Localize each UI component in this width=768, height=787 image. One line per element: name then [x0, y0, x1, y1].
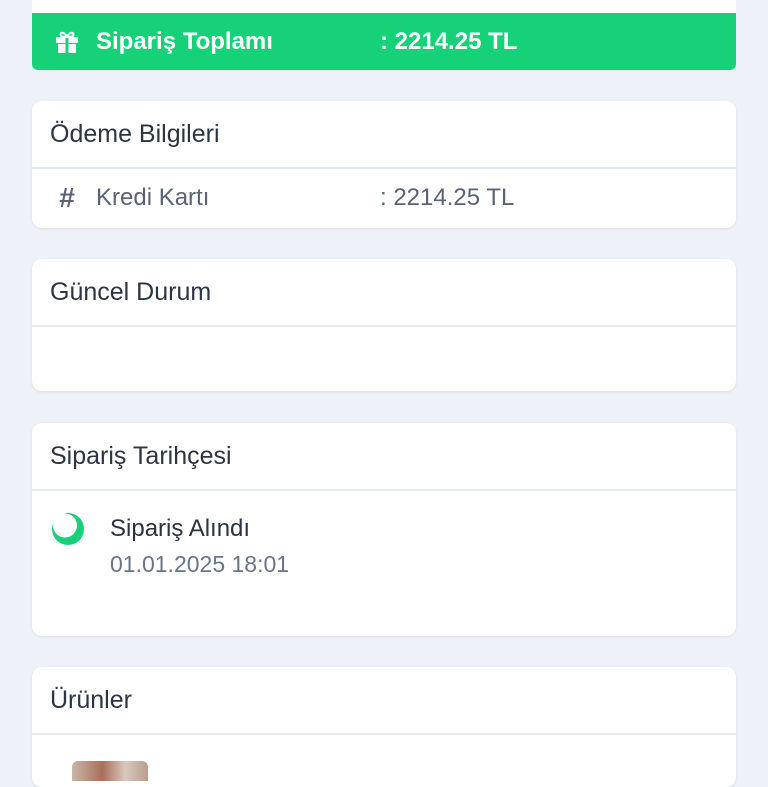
history-item-title: Sipariş Alındı	[110, 515, 251, 542]
hash-icon: #	[59, 182, 75, 213]
products-title: Ürünler	[32, 667, 736, 735]
order-history-title: Sipariş Tarihçesi	[32, 423, 736, 491]
payment-info-title: Ödeme Bilgileri	[32, 101, 736, 169]
product-thumbnail[interactable]	[72, 761, 148, 781]
order-history-card: Sipariş Tarihçesi Sipariş Alındı 01.01.2…	[32, 423, 736, 636]
gift-icon	[56, 31, 78, 53]
history-item: Sipariş Alındı 01.01.2025 18:01	[32, 491, 736, 631]
current-status-title: Güncel Durum	[32, 259, 736, 327]
payment-row: # Kredi Kartı : 2214.25 TL	[32, 169, 736, 227]
status-circle-icon	[52, 513, 84, 545]
history-item-date: 01.01.2025 18:01	[110, 551, 290, 577]
payment-method: Kredi Kartı	[96, 184, 210, 211]
payment-info-card: Ödeme Bilgileri # Kredi Kartı : 2214.25 …	[32, 101, 736, 228]
order-total-value: : 2214.25 TL	[380, 27, 518, 55]
current-status-card: Güncel Durum	[32, 259, 736, 391]
order-total-bar: Sipariş Toplamı : 2214.25 TL	[32, 13, 736, 70]
order-total-label: Sipariş Toplamı	[96, 27, 273, 55]
order-summary-card: Sipariş Toplamı : 2214.25 TL	[32, 0, 736, 70]
products-card: Ürünler	[32, 667, 736, 787]
payment-amount: : 2214.25 TL	[380, 184, 515, 211]
